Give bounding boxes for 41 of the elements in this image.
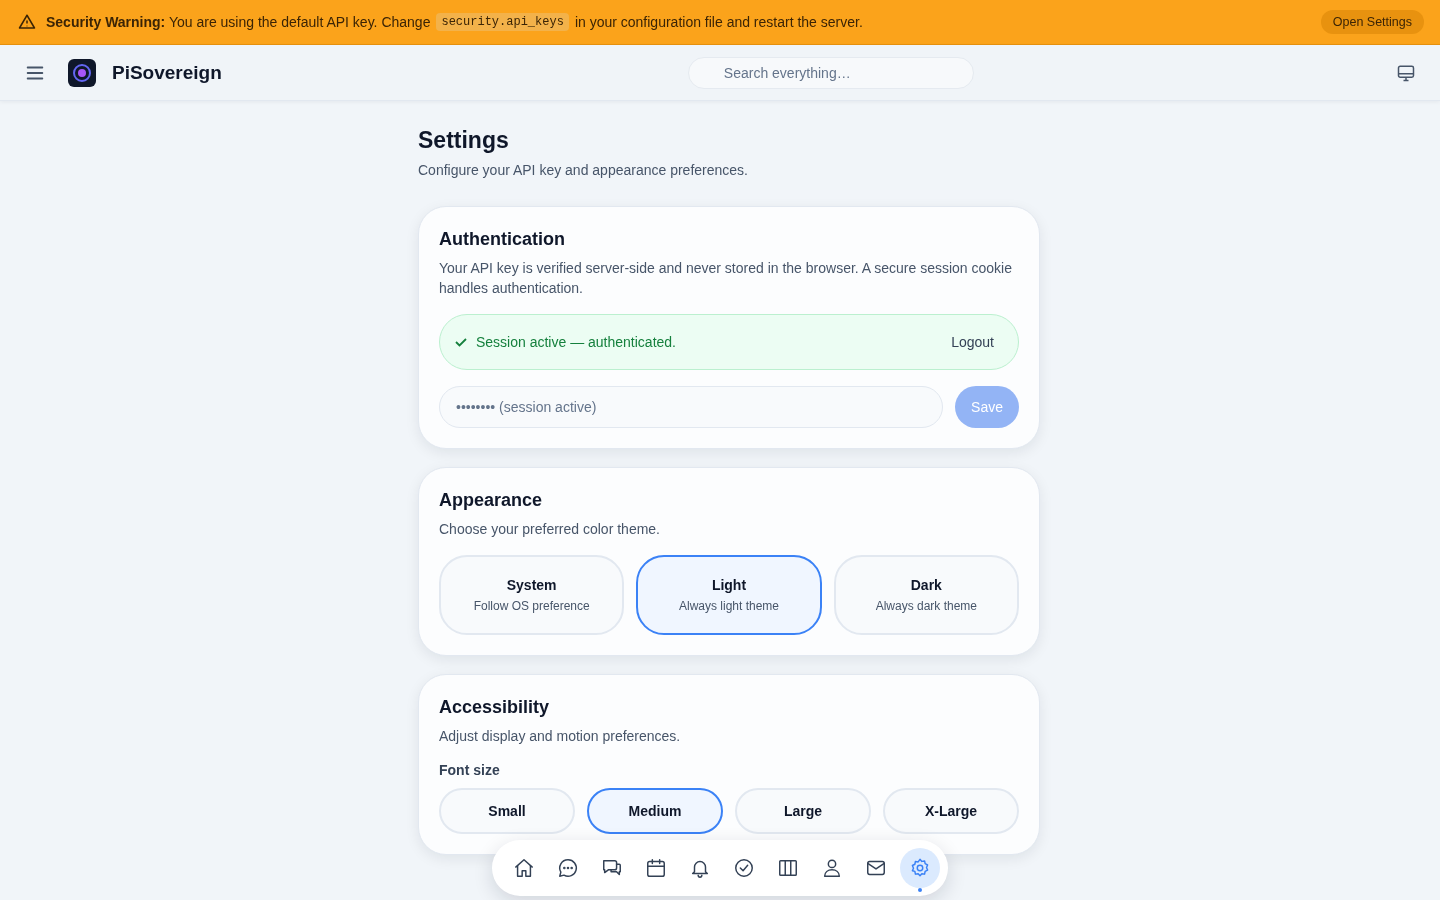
warning-message-end: in your configuration file and restart the server.: [574, 14, 863, 30]
theme-label: Light: [711, 577, 747, 593]
theme-description: Follow OS preference: [473, 599, 590, 613]
code-snippet: security.api_keys: [436, 13, 569, 31]
check-icon: [454, 335, 468, 349]
chat-bubble-icon: [557, 857, 579, 879]
columns-icon: [777, 857, 799, 879]
theme-description: Always dark theme: [875, 599, 977, 613]
logo-icon: [68, 58, 96, 87]
font-size-option[interactable]: Large: [735, 788, 871, 834]
warning-icon: [18, 13, 36, 31]
section-description: Your API key is verified server-side and never stored in the browser. A secure session cookie handles authentication.: [439, 259, 1013, 298]
theme-label: System: [506, 577, 557, 593]
user-icon: [821, 857, 843, 879]
calendar-icon: [645, 857, 667, 879]
theme-option[interactable]: Dark Always dark theme: [833, 555, 1019, 635]
page-subtitle: Configure your API key and appearance preferences.: [418, 162, 749, 178]
app-name: PiSovereign: [112, 61, 222, 84]
theme-label: Dark: [910, 577, 942, 593]
font-size-label: Font size: [439, 762, 501, 778]
check-circle-icon: [733, 857, 755, 879]
section-title: Accessibility: [439, 697, 551, 718]
settings-icon: [909, 857, 931, 879]
logout-button[interactable]: Logout: [939, 328, 1006, 356]
font-size-option[interactable]: X-Large: [883, 788, 1019, 834]
page-title: Settings: [418, 127, 510, 154]
section-title: Authentication: [439, 229, 566, 250]
home-icon: [513, 857, 535, 879]
font-size-option[interactable]: Small: [439, 788, 575, 834]
theme-description: Always light theme: [678, 599, 779, 613]
section-description: Adjust display and motion preferences.: [439, 727, 682, 746]
font-size-option[interactable]: Medium: [587, 788, 723, 834]
section-description: Choose your preferred color theme.: [439, 520, 661, 539]
api-key-field[interactable]: •••••••• (session active): [439, 386, 944, 428]
search-field[interactable]: Search everything…: [687, 56, 974, 89]
open-settings-button[interactable]: Open Settings: [1320, 10, 1424, 34]
theme-option[interactable]: Light Always light theme: [636, 555, 822, 635]
theme-option[interactable]: System Follow OS preference: [439, 555, 625, 635]
warning-message: Security Warning: You are using the default API key. Change: [46, 14, 431, 30]
section-title: Appearance: [439, 490, 544, 511]
session-message: Session active — authenticated.: [476, 334, 677, 350]
